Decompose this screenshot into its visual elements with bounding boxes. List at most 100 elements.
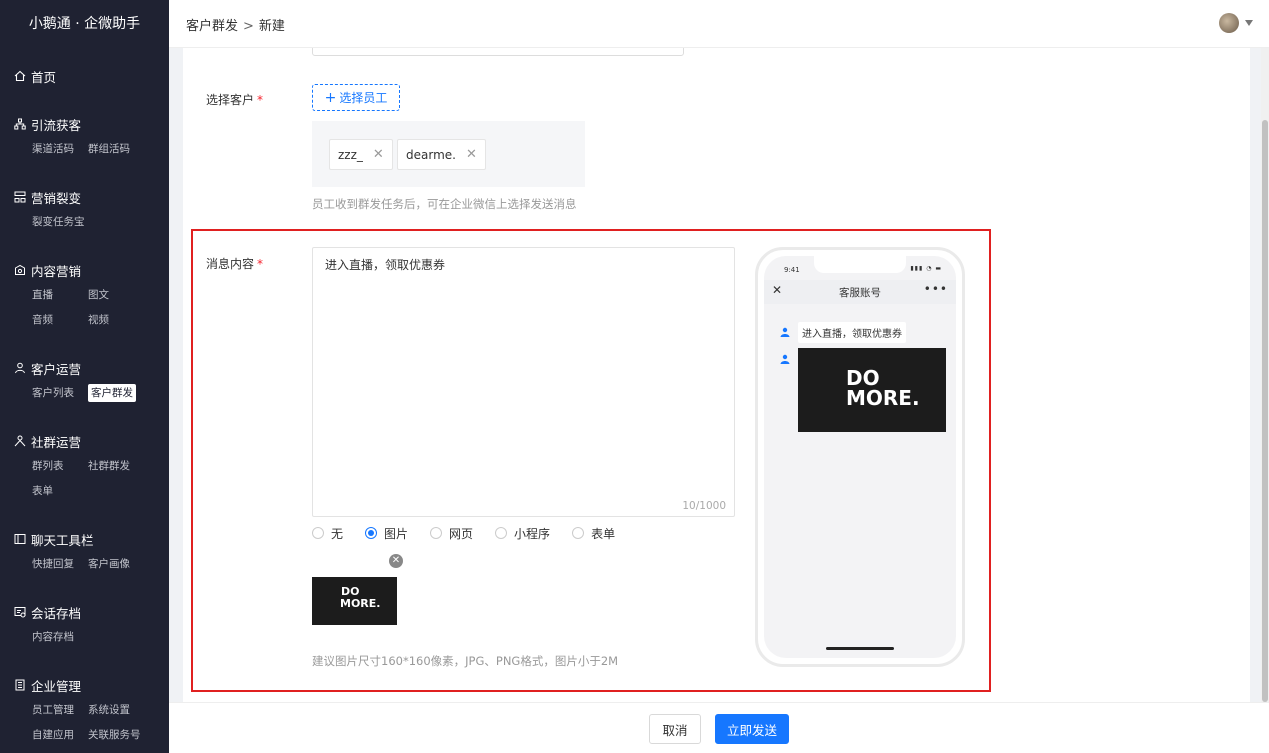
breadcrumb-current: 新建	[258, 19, 285, 34]
close-icon[interactable]: ✕	[466, 147, 477, 162]
phone-preview: 9:41 ▮▮▮ ◔ ▬ ✕ 客服账号 ••• 进入直播，领取优惠券 DO MO…	[755, 247, 965, 667]
avatar[interactable]	[1219, 13, 1239, 33]
chevron-down-icon[interactable]	[1245, 20, 1253, 26]
nav-home[interactable]: 首页	[0, 63, 169, 89]
sidebar-item-form[interactable]: 表单	[32, 479, 88, 504]
sidebar-item-custom-app[interactable]: 自建应用	[32, 723, 88, 748]
radio-circle	[495, 527, 508, 539]
sidebar-item-quick-reply[interactable]: 快捷回复	[32, 552, 88, 577]
archive-icon	[14, 606, 26, 618]
nav-group-enterprise: 企业管理 员工管理 系统设置 自建应用 关联服务号	[0, 672, 169, 748]
nav-group-title[interactable]: 社群运营	[14, 428, 169, 454]
nav-home-label: 首页	[31, 69, 57, 85]
send-now-button[interactable]: 立即发送	[715, 714, 789, 744]
sidebar: 小鹅通 · 企微助手 首页 引流获客 渠道活码 群组活码 营销裂变 裂变任务宝 …	[0, 0, 169, 753]
message-content-label: 消息内容 *	[206, 257, 264, 271]
sidebar-item-staff[interactable]: 员工管理	[32, 698, 88, 723]
app-brand: 小鹅通 · 企微助手	[28, 16, 141, 32]
top-header: 客户群发 > 新建	[169, 0, 1269, 48]
building-icon	[14, 679, 26, 691]
nav-group-title[interactable]: 引流获客	[14, 111, 169, 137]
nav-group-title[interactable]: 聊天工具栏	[14, 526, 169, 552]
footer-bar: 取消 立即发送	[169, 702, 1269, 753]
nav-group-lead: 引流获客 渠道活码 群组活码	[0, 111, 169, 162]
nav-group-marketing: 营销裂变 裂变任务宝	[0, 184, 169, 235]
nav-group-title[interactable]: 客户运营	[14, 355, 169, 381]
nav-group-community: 社群运营 群列表 社群群发 表单	[0, 428, 169, 504]
user-icon	[14, 362, 26, 374]
status-icons: ▮▮▮ ◔ ▬	[910, 265, 942, 272]
sidebar-item-article[interactable]: 图文	[88, 283, 144, 308]
breadcrumb-separator: >	[243, 19, 254, 34]
cancel-button[interactable]: 取消	[649, 714, 701, 744]
nav-group-title[interactable]: 会话存档	[14, 599, 169, 625]
main-content: 选择客户 * + 选择员工 zzz_ ✕ dearme. ✕ 员工收到群发任务后，…	[183, 48, 1250, 702]
remove-image-icon[interactable]: ✕	[389, 554, 403, 568]
staff-hint: 员工收到群发任务后，可在企业微信上选择发送消息	[312, 197, 577, 211]
radio-webpage[interactable]: 网页	[430, 525, 473, 542]
scrollbar-thumb[interactable]	[1262, 120, 1268, 702]
staff-tag: zzz_ ✕	[329, 139, 393, 170]
message-text: 进入直播，领取优惠券	[325, 258, 446, 272]
nav-group-archive: 会话存档 内容存档	[0, 599, 169, 650]
sidebar-item-audio[interactable]: 音频	[32, 308, 88, 333]
status-time: 9:41	[784, 266, 800, 274]
sidebar-item-service-account[interactable]: 关联服务号	[88, 723, 144, 748]
scrollbar[interactable]	[1261, 48, 1269, 702]
preview-text-bubble: 进入直播，领取优惠券	[798, 322, 906, 343]
sidebar-item-group-list[interactable]: 群列表	[32, 454, 88, 479]
sidebar-item-settings[interactable]: 系统设置	[88, 698, 144, 723]
sidebar-item-video[interactable]: 视频	[88, 308, 144, 333]
radio-circle-selected	[365, 527, 378, 539]
sidebar-item-group-broadcast[interactable]: 社群群发	[88, 454, 144, 479]
more-icon: •••	[923, 282, 948, 296]
nav-group-customer: 客户运营 客户列表 客户群发	[0, 355, 169, 406]
uploaded-image-thumbnail: DO MORE.	[312, 577, 397, 625]
phone-notch	[814, 256, 906, 273]
nav-group-title[interactable]: 内容营销	[14, 257, 169, 283]
plus-icon: +	[324, 89, 337, 106]
sidebar-item-group-code[interactable]: 群组活码	[88, 137, 144, 162]
char-counter: 10/1000	[682, 500, 726, 512]
sidebar-item-customer-profile[interactable]: 客户画像	[88, 552, 144, 577]
title-input[interactable]	[312, 48, 684, 56]
radio-circle	[572, 527, 585, 539]
preview-image-message: DO MORE.	[798, 348, 946, 432]
user-icon	[780, 353, 790, 364]
home-icon	[14, 70, 26, 82]
sitemap-icon	[14, 118, 26, 130]
group-icon	[14, 435, 26, 447]
select-staff-button[interactable]: + 选择员工	[312, 84, 400, 111]
sidebar-item-content-archive[interactable]: 内容存档	[32, 625, 88, 650]
toolbar-icon	[14, 533, 26, 545]
radio-circle	[312, 527, 324, 539]
radio-form[interactable]: 表单	[572, 525, 615, 542]
user-icon	[780, 326, 790, 337]
nav-group-content: 内容营销 直播 图文 音频 视频	[0, 257, 169, 333]
nav-group-title[interactable]: 企业管理	[14, 672, 169, 698]
attachment-type-group: 无 图片 网页 小程序 表单	[312, 525, 637, 541]
select-customer-label: 选择客户 *	[206, 93, 264, 107]
network-icon	[14, 191, 26, 203]
home-indicator	[826, 647, 894, 650]
breadcrumb-parent[interactable]: 客户群发	[186, 19, 238, 34]
close-icon[interactable]: ✕	[373, 147, 384, 162]
sidebar-item-fission[interactable]: 裂变任务宝	[32, 210, 112, 235]
breadcrumb: 客户群发 > 新建	[186, 15, 285, 34]
nav-group-chat-tools: 聊天工具栏 快捷回复 客户画像	[0, 526, 169, 577]
image-hint: 建议图片尺寸160*160像素，JPG、PNG格式，图片小于2M	[312, 654, 619, 668]
staff-tag: dearme. ✕	[397, 139, 486, 170]
radio-miniprogram[interactable]: 小程序	[495, 525, 550, 542]
sidebar-item-customer-broadcast[interactable]: 客户群发	[88, 384, 136, 402]
radio-image[interactable]: 图片	[365, 525, 408, 542]
nav-group-title[interactable]: 营销裂变	[14, 184, 169, 210]
phone-screen: 9:41 ▮▮▮ ◔ ▬ ✕ 客服账号 ••• 进入直播，领取优惠券 DO MO…	[764, 256, 956, 658]
radio-none[interactable]: 无	[312, 525, 343, 542]
sidebar-item-channel-code[interactable]: 渠道活码	[32, 137, 88, 162]
selected-staff-box: zzz_ ✕ dearme. ✕	[312, 121, 585, 187]
sidebar-item-customer-list[interactable]: 客户列表	[32, 381, 88, 406]
radio-circle	[430, 527, 443, 539]
message-textarea[interactable]: 进入直播，领取优惠券 10/1000	[312, 247, 735, 517]
content-icon	[14, 264, 26, 276]
sidebar-item-live[interactable]: 直播	[32, 283, 88, 308]
